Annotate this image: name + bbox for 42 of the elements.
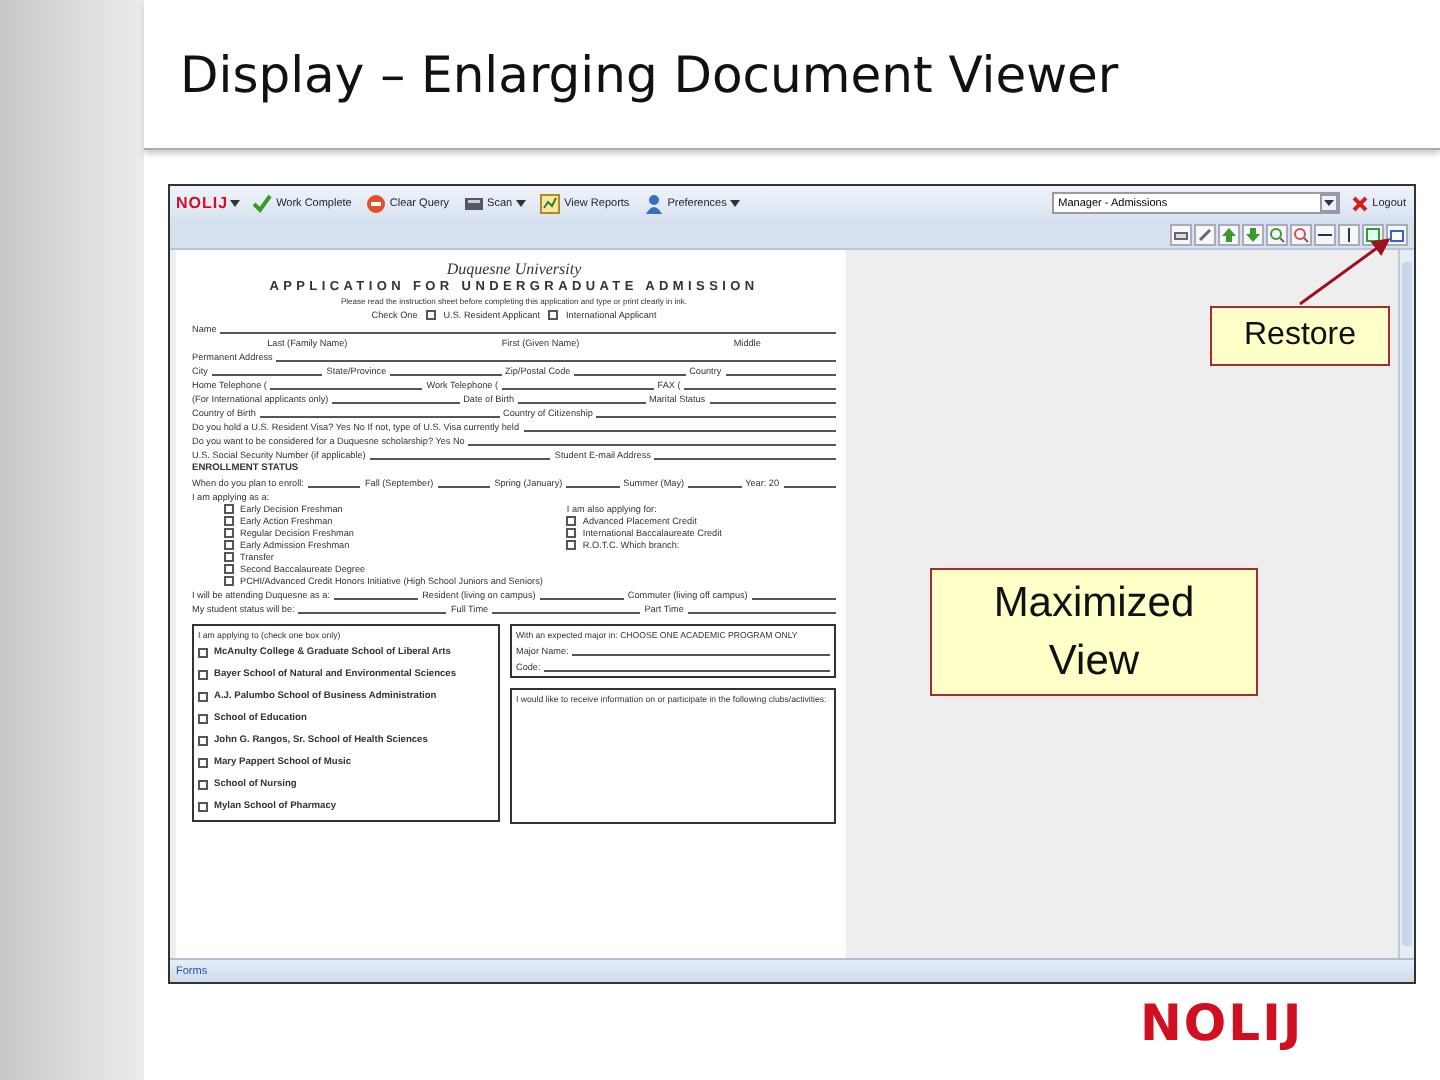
scanner-icon [463, 193, 484, 213]
stop-icon [365, 193, 386, 213]
person-icon [643, 193, 664, 213]
restore-icon [1388, 225, 1406, 243]
chart-icon [540, 193, 561, 213]
printed-square [198, 648, 208, 658]
printed-square [548, 310, 559, 320]
zoom-in-button[interactable] [1266, 223, 1288, 245]
printed-square [425, 310, 436, 320]
leader-arrow [1296, 232, 1396, 308]
caret-icon [230, 199, 241, 207]
pencil-button[interactable] [1194, 223, 1216, 245]
window-button[interactable] [1362, 223, 1384, 245]
printed-square [198, 758, 208, 768]
printed-square [198, 714, 208, 724]
pencil-icon [1196, 225, 1214, 243]
scrollbar-thumb[interactable] [1402, 262, 1412, 946]
zoom-in-icon [1268, 225, 1286, 243]
zoom-out-icon [1292, 225, 1310, 243]
zoom-out-button[interactable] [1290, 223, 1312, 245]
window-icon [1364, 225, 1382, 243]
printed-square [198, 780, 208, 790]
vertical-scrollbar[interactable] [1398, 250, 1414, 958]
slide-title: Display – Enlarging Document Viewer [180, 45, 1119, 103]
app-logo[interactable]: NOLIJ [176, 194, 241, 212]
dropdown-arrow-icon [1320, 194, 1339, 212]
printed-square [198, 802, 208, 812]
printed-square [198, 670, 208, 680]
print-button[interactable] [1170, 223, 1192, 245]
university-name: Duquesne University [444, 260, 584, 278]
arrow-button[interactable] [1218, 223, 1240, 245]
printed-square [198, 736, 208, 746]
printed-square [198, 692, 208, 702]
callout-label: Maximized View [930, 568, 1258, 696]
arrow-button[interactable] [1242, 223, 1264, 245]
close-icon [1352, 195, 1369, 211]
fit-width-button[interactable] [1314, 223, 1336, 245]
check-icon [252, 193, 273, 213]
company-logo: NOLIJ [1140, 994, 1304, 1052]
fit-page-button[interactable] [1338, 223, 1360, 245]
restore-button[interactable] [1386, 223, 1408, 245]
callout-label: Restore [1210, 306, 1390, 366]
